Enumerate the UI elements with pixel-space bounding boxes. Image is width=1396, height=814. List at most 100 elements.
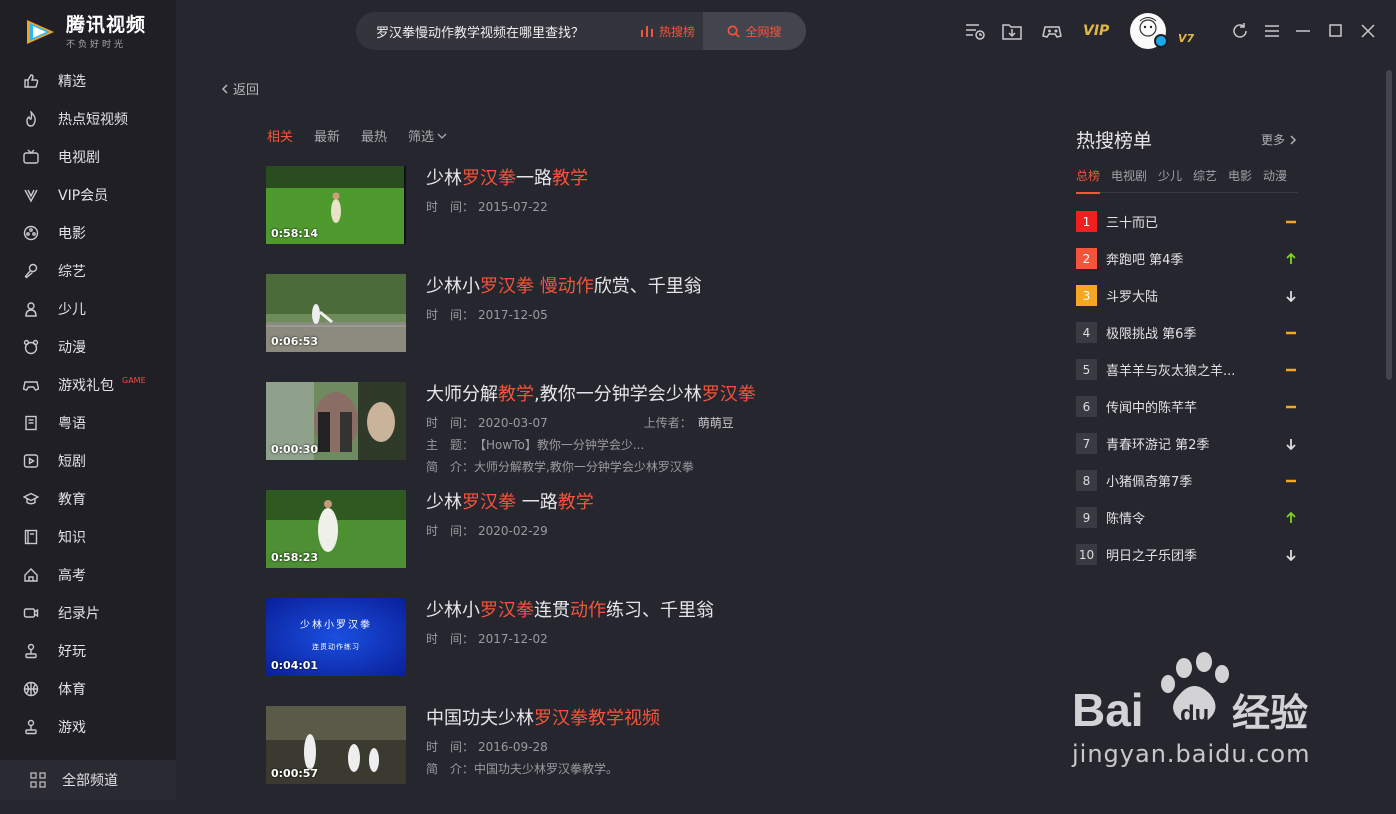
search-all-button[interactable]: 全网搜 bbox=[703, 12, 806, 50]
video-title[interactable]: 少林罗汉拳 一路教学 bbox=[426, 490, 986, 516]
hot-search-button[interactable]: 热搜榜 bbox=[632, 12, 703, 50]
publish-time: 2017-12-05 bbox=[478, 308, 548, 322]
sidebar-item-17[interactable]: 游戏 bbox=[0, 708, 176, 746]
sidebar-item-10[interactable]: 短剧 bbox=[0, 442, 176, 480]
search-input[interactable]: 罗汉拳慢动作教学视频在哪里查找？ bbox=[356, 22, 632, 41]
flame-icon bbox=[22, 110, 40, 128]
video-thumbnail[interactable]: 少林小罗汉拳 连贯动作练习 0:04:01 bbox=[266, 598, 406, 676]
hot-tab-0[interactable]: 总榜 bbox=[1076, 167, 1100, 194]
hot-list-item[interactable]: 7 青春环游记 第2季 bbox=[1076, 425, 1298, 462]
hot-list-item[interactable]: 2 奔跑吧 第4季 bbox=[1076, 240, 1298, 277]
hot-search-panel: 热搜榜单 更多 总榜 电视剧 少儿 综艺 电影 动漫 1 三十而已 2 奔跑吧 第4季 3 斗罗大陆… bbox=[1076, 126, 1298, 573]
maximize-icon[interactable] bbox=[1325, 20, 1347, 44]
sidebar-item-6[interactable]: 少儿 bbox=[0, 290, 176, 328]
hot-tab-2[interactable]: 少儿 bbox=[1158, 167, 1182, 186]
result-card[interactable]: 少林小罗汉拳 连贯动作练习 0:04:01 少林小罗汉拳连贯动作练习、千里翁时 间： 2… bbox=[266, 598, 1006, 706]
rank-badge: 4 bbox=[1076, 322, 1097, 343]
hot-list-item[interactable]: 6 传闻中的陈芊芊 bbox=[1076, 388, 1298, 425]
sidebar-item-label: 体育 bbox=[58, 682, 86, 698]
refresh-icon[interactable] bbox=[1229, 20, 1251, 44]
close-icon[interactable] bbox=[1357, 20, 1379, 44]
video-title[interactable]: 少林小罗汉拳 慢动作欣赏、千里翁 bbox=[426, 274, 986, 300]
video-title[interactable]: 少林小罗汉拳连贯动作练习、千里翁 bbox=[426, 598, 986, 624]
watch-history-icon[interactable] bbox=[964, 20, 986, 44]
hot-tab-5[interactable]: 动漫 bbox=[1263, 167, 1287, 186]
hot-item-name: 传闻中的陈芊芊 bbox=[1106, 401, 1198, 416]
uploader-label: 上传者： bbox=[643, 416, 692, 430]
video-title[interactable]: 大师分解教学,教你一分钟学会少林罗汉拳 bbox=[426, 382, 986, 408]
sidebar-item-14[interactable]: 纪录片 bbox=[0, 594, 176, 632]
rank-badge: 8 bbox=[1076, 470, 1097, 491]
video-title[interactable]: 中国功夫少林罗汉拳教学视频 bbox=[426, 706, 986, 732]
video-thumbnail[interactable]: 0:00:30 bbox=[266, 382, 406, 460]
sidebar-item-0[interactable]: 精选 bbox=[0, 62, 176, 100]
title-segment: 一路 bbox=[516, 492, 558, 513]
hot-tab-1[interactable]: 电视剧 bbox=[1111, 167, 1147, 186]
result-card[interactable]: 0:00:30 大师分解教学,教你一分钟学会少林罗汉拳时 间： 2020-03-07… bbox=[266, 382, 1006, 490]
sidebar-item-1[interactable]: 热点短视频 bbox=[0, 100, 176, 138]
hot-more-link[interactable]: 更多 bbox=[1261, 131, 1298, 148]
filter-tab-1[interactable]: 最新 bbox=[314, 126, 340, 145]
filter-label: 筛选 bbox=[408, 130, 435, 145]
hot-list-item[interactable]: 1 三十而已 bbox=[1076, 203, 1298, 240]
hot-list-item[interactable]: 4 极限挑战 第6季 bbox=[1076, 314, 1298, 351]
time-label: 时 间： bbox=[426, 632, 475, 646]
video-thumbnail[interactable]: 0:00:57 bbox=[266, 706, 406, 784]
sidebar-item-label: 少儿 bbox=[58, 302, 86, 318]
thumb-caption: 少林小罗汉拳 bbox=[300, 620, 372, 631]
filter-tab-0[interactable]: 相关 bbox=[267, 126, 293, 145]
sidebar-item-2[interactable]: 电视剧 bbox=[0, 138, 176, 176]
title-segment: 罗汉拳 bbox=[701, 384, 756, 405]
hot-list-item[interactable]: 8 小猪佩奇第7季 bbox=[1076, 462, 1298, 499]
sidebar-item-15[interactable]: 好玩 bbox=[0, 632, 176, 670]
sidebar-item-label: 游戏 bbox=[58, 720, 86, 736]
sidebar-item-3[interactable]: VIP会员 bbox=[0, 176, 176, 214]
thumbs-up-icon bbox=[22, 72, 40, 90]
result-card[interactable]: 0:06:53 少林小罗汉拳 慢动作欣赏、千里翁时 间： 2017-12-05 bbox=[266, 274, 1006, 382]
sidebar-item-8[interactable]: 游戏礼包 GAME bbox=[0, 366, 176, 404]
publish-time: 2017-12-02 bbox=[478, 632, 548, 646]
video-thumbnail[interactable]: 0:58:14 bbox=[266, 166, 406, 244]
time-label: 时 间： bbox=[426, 416, 475, 430]
vip-button[interactable]: VIP bbox=[1083, 23, 1109, 39]
bear-icon bbox=[22, 338, 40, 356]
hot-list-item[interactable]: 5 喜羊羊与灰太狼之羊... bbox=[1076, 351, 1298, 388]
sidebar-item-label: 知识 bbox=[58, 530, 86, 546]
video-thumbnail[interactable]: 0:58:23 bbox=[266, 490, 406, 568]
hot-tab-3[interactable]: 综艺 bbox=[1193, 167, 1217, 186]
menu-icon[interactable] bbox=[1261, 20, 1283, 44]
result-card[interactable]: 0:58:14 少林罗汉拳一路教学时 间： 2015-07-22 bbox=[266, 166, 1006, 274]
gamepad-icon[interactable] bbox=[1041, 20, 1063, 44]
sidebar-item-5[interactable]: 综艺 bbox=[0, 252, 176, 290]
hot-list-item[interactable]: 10 明日之子乐团季 bbox=[1076, 536, 1298, 573]
hot-list-item[interactable]: 9 陈情令 bbox=[1076, 499, 1298, 536]
sidebar-item-9[interactable]: 粤语 bbox=[0, 404, 176, 442]
thumb-subcaption: 连贯动作练习 bbox=[312, 643, 360, 651]
hot-search-label: 热搜榜 bbox=[658, 24, 695, 39]
result-card[interactable]: 0:00:57 中国功夫少林罗汉拳教学视频时 间： 2016-09-28 简 介： 中国… bbox=[266, 706, 1006, 814]
sidebar-item-16[interactable]: 体育 bbox=[0, 670, 176, 708]
uploader-name[interactable]: 萌萌豆 bbox=[698, 416, 734, 430]
intro-label: 简 介： bbox=[426, 762, 475, 776]
download-folder-icon[interactable] bbox=[1001, 20, 1023, 44]
video-thumbnail[interactable]: 0:06:53 bbox=[266, 274, 406, 352]
trend-up-icon bbox=[1284, 511, 1298, 525]
title-segment: 少林 bbox=[426, 492, 462, 513]
back-button[interactable]: 返回 bbox=[220, 79, 259, 98]
sidebar-item-11[interactable]: 教育 bbox=[0, 480, 176, 518]
filter-tab-3[interactable]: 筛选 bbox=[408, 126, 447, 145]
hot-list-item[interactable]: 3 斗罗大陆 bbox=[1076, 277, 1298, 314]
sidebar-item-7[interactable]: 动漫 bbox=[0, 328, 176, 366]
sidebar-item-4[interactable]: 电影 bbox=[0, 214, 176, 252]
sidebar-item-13[interactable]: 高考 bbox=[0, 556, 176, 594]
hot-tab-4[interactable]: 电影 bbox=[1228, 167, 1252, 186]
video-title[interactable]: 少林罗汉拳一路教学 bbox=[426, 166, 986, 192]
topic[interactable]: 【HowTo】教你一分钟学会少... bbox=[474, 438, 644, 452]
filter-tab-2[interactable]: 最热 bbox=[361, 126, 387, 145]
sidebar-item-12[interactable]: 知识 bbox=[0, 518, 176, 556]
app-logo[interactable]: 腾讯视频 不负好时光 bbox=[24, 14, 146, 50]
scrollbar[interactable] bbox=[1386, 70, 1392, 380]
minimize-icon[interactable] bbox=[1292, 20, 1314, 44]
all-channels-button[interactable]: 全部频道 bbox=[0, 760, 176, 800]
result-card[interactable]: 0:58:23 少林罗汉拳 一路教学时 间： 2020-02-29 bbox=[266, 490, 1006, 598]
